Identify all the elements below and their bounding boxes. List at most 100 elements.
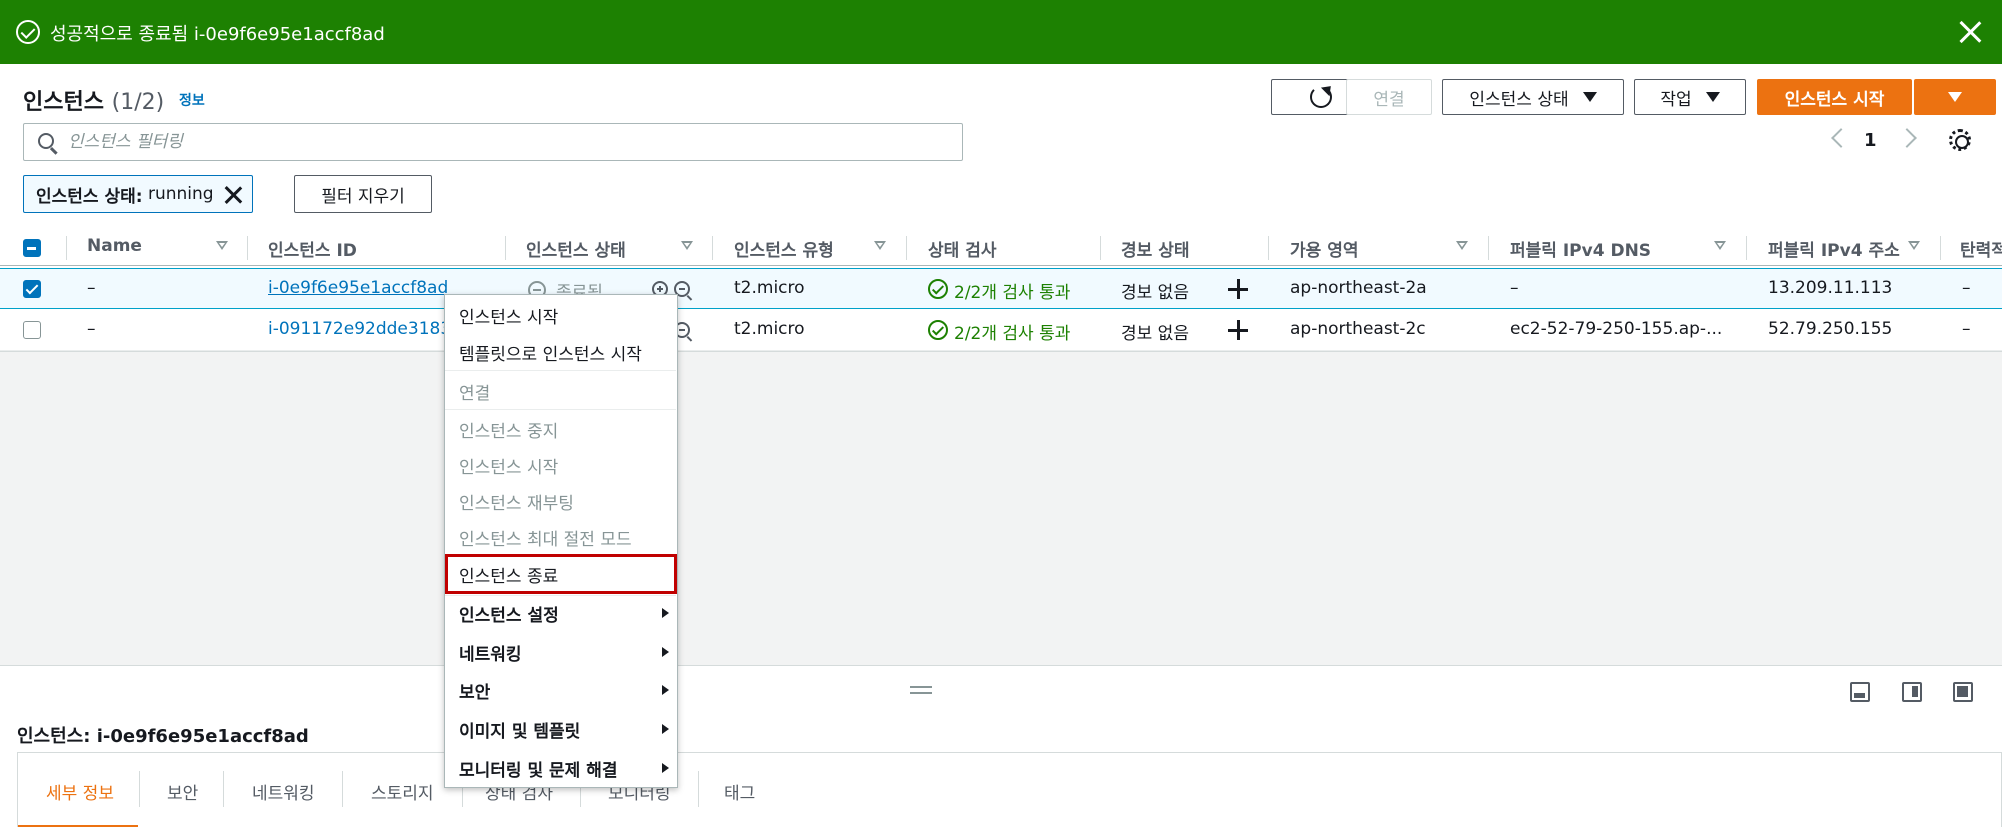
column-header-public-dns[interactable]: 퍼블릭 IPv4 DNS (1510, 236, 1651, 261)
row-checkbox[interactable] (23, 280, 41, 298)
tab-tags[interactable]: 태그 (724, 779, 755, 804)
column-divider (505, 236, 506, 260)
row-checkbox[interactable] (23, 321, 41, 339)
menu-item-instance-settings[interactable]: 인스턴스 설정 (459, 601, 559, 626)
launch-instance-button[interactable]: 인스턴스 시작 (1757, 79, 1912, 115)
check-passed-icon (928, 279, 948, 299)
resize-handle-icon[interactable] (910, 686, 932, 694)
clear-filters-label: 필터 지우기 (321, 186, 405, 207)
add-alarm-icon[interactable] (1228, 279, 1248, 299)
next-page-icon[interactable] (1897, 128, 1917, 148)
tab-security[interactable]: 보안 (167, 779, 198, 804)
column-divider (1268, 236, 1269, 260)
submenu-arrow-icon (662, 685, 669, 695)
cell-alarm-status: 경보 없음 (1121, 283, 1189, 303)
previous-page-icon[interactable] (1831, 128, 1851, 148)
launch-dropdown-button[interactable] (1914, 79, 1996, 115)
context-menu: 인스턴스 시작 템플릿으로 인스턴스 시작 연결 인스턴스 중지 인스턴스 시작… (444, 294, 678, 788)
gear-icon[interactable] (1949, 129, 1971, 151)
instance-state-label: 인스턴스 상태 (1469, 89, 1569, 110)
current-page[interactable]: 1 (1864, 130, 1877, 151)
sort-icon[interactable] (1908, 241, 1920, 250)
menu-separator (445, 370, 676, 371)
column-header-alarm-status[interactable]: 경보 상태 (1121, 236, 1189, 261)
column-divider (906, 236, 907, 260)
filter-chip-label: 인스턴스 상태: (36, 186, 143, 207)
table-row[interactable]: – i-091172e92dde3183 t2.micro 2/2개 검사 통과… (0, 310, 2002, 351)
column-header-instance-type[interactable]: 인스턴스 유형 (734, 236, 834, 261)
filter-chip-instance-state: 인스턴스 상태: running (23, 175, 253, 213)
connect-button[interactable]: 연결 (1346, 79, 1432, 115)
menu-item-security[interactable]: 보안 (459, 678, 490, 703)
menu-item-start-instance[interactable]: 인스턴스 시작 (459, 453, 558, 478)
tab-details[interactable]: 세부 정보 (46, 779, 114, 804)
success-check-icon (16, 20, 40, 44)
cell-status-check[interactable]: 2/2개 검사 통과 (954, 319, 1070, 344)
page-title-text: 인스턴스 (23, 90, 104, 115)
caret-down-icon (1582, 92, 1597, 102)
menu-item-reboot-instance[interactable]: 인스턴스 재부팅 (459, 489, 574, 514)
menu-item-images-templates[interactable]: 이미지 및 템플릿 (459, 717, 580, 742)
sort-icon[interactable] (1456, 241, 1468, 250)
cell-alarm-status: 경보 없음 (1121, 324, 1189, 344)
menu-item-networking[interactable]: 네트워킹 (459, 640, 522, 665)
sort-icon[interactable] (874, 241, 886, 250)
menu-separator (445, 409, 676, 410)
column-divider (247, 236, 248, 260)
info-link[interactable]: 정보 (179, 90, 205, 110)
caret-down-icon (1705, 92, 1720, 102)
caret-down-icon (1948, 92, 1962, 102)
instance-filter-search[interactable] (23, 123, 963, 161)
column-divider (712, 236, 713, 260)
cell-status-check[interactable]: 2/2개 검사 통과 (954, 278, 1070, 303)
actions-button[interactable]: 작업 (1634, 79, 1746, 115)
tab-divider (223, 771, 224, 807)
selection-count: (1/2) (111, 90, 165, 115)
select-all-checkbox[interactable] (23, 239, 41, 257)
column-divider (1100, 236, 1101, 260)
cell-name: – (87, 278, 96, 298)
table-header: Name 인스턴스 ID 인스턴스 상태 인스턴스 유형 상태 검사 경보 상태… (0, 230, 2002, 266)
cell-public-ip: 13.209.11.113 (1768, 278, 1893, 298)
table-row[interactable]: – i-0e9f6e95e1accf8ad 종료됨 t2.micro 2/2개 … (0, 268, 2002, 309)
column-header-status-check[interactable]: 상태 검사 (928, 236, 996, 261)
clear-filters-button[interactable]: 필터 지우기 (294, 175, 432, 213)
tab-storage[interactable]: 스토리지 (371, 779, 434, 804)
instance-state-button[interactable]: 인스턴스 상태 (1442, 79, 1624, 115)
panel-side-icon[interactable] (1902, 682, 1922, 702)
panel-bottom-icon[interactable] (1850, 682, 1870, 702)
details-tabs: 세부 정보 보안 네트워킹 스토리지 상태 검사 모니터링 태그 (17, 752, 2002, 827)
column-header-elastic-ip[interactable]: 탄력적 (1960, 236, 2002, 261)
menu-item-stop-instance[interactable]: 인스턴스 중지 (459, 417, 558, 442)
refresh-icon (1310, 86, 1332, 108)
add-alarm-icon[interactable] (1228, 320, 1248, 340)
column-header-availability-zone[interactable]: 가용 영역 (1290, 236, 1358, 261)
menu-item-monitoring-troubleshoot[interactable]: 모니터링 및 문제 해결 (459, 756, 618, 781)
submenu-arrow-icon (662, 724, 669, 734)
sort-icon[interactable] (216, 241, 228, 250)
column-header-name[interactable]: Name (87, 236, 142, 256)
column-header-public-ip[interactable]: 퍼블릭 IPv4 주소 (1768, 236, 1900, 261)
sort-icon[interactable] (1714, 241, 1726, 250)
cell-availability-zone: ap-northeast-2c (1290, 319, 1426, 339)
tab-divider (342, 771, 343, 807)
submenu-arrow-icon (662, 608, 669, 618)
menu-item-launch-instance[interactable]: 인스턴스 시작 (459, 303, 558, 328)
tab-networking[interactable]: 네트워킹 (252, 779, 315, 804)
page-title: 인스턴스 (1/2) (23, 84, 164, 116)
tab-divider (139, 771, 140, 807)
menu-item-launch-from-template[interactable]: 템플릿으로 인스턴스 시작 (459, 340, 642, 365)
cell-instance-id[interactable]: i-0e9f6e95e1accf8ad (268, 278, 448, 298)
cell-instance-id[interactable]: i-091172e92dde3183 (268, 319, 451, 339)
menu-item-hibernate-instance[interactable]: 인스턴스 최대 절전 모드 (459, 525, 632, 550)
panel-maximize-icon[interactable] (1953, 682, 1973, 702)
menu-item-connect[interactable]: 연결 (459, 379, 490, 404)
column-header-instance-id[interactable]: 인스턴스 ID (268, 236, 357, 261)
close-icon[interactable] (1956, 18, 1984, 46)
sort-icon[interactable] (681, 241, 693, 250)
menu-separator (445, 595, 676, 596)
column-header-instance-state[interactable]: 인스턴스 상태 (526, 236, 626, 261)
remove-filter-icon[interactable] (224, 185, 242, 203)
details-split-panel: 인스턴스: i-0e9f6e95e1accf8ad 세부 정보 보안 네트워킹 … (0, 665, 2002, 827)
search-input[interactable] (68, 126, 948, 158)
